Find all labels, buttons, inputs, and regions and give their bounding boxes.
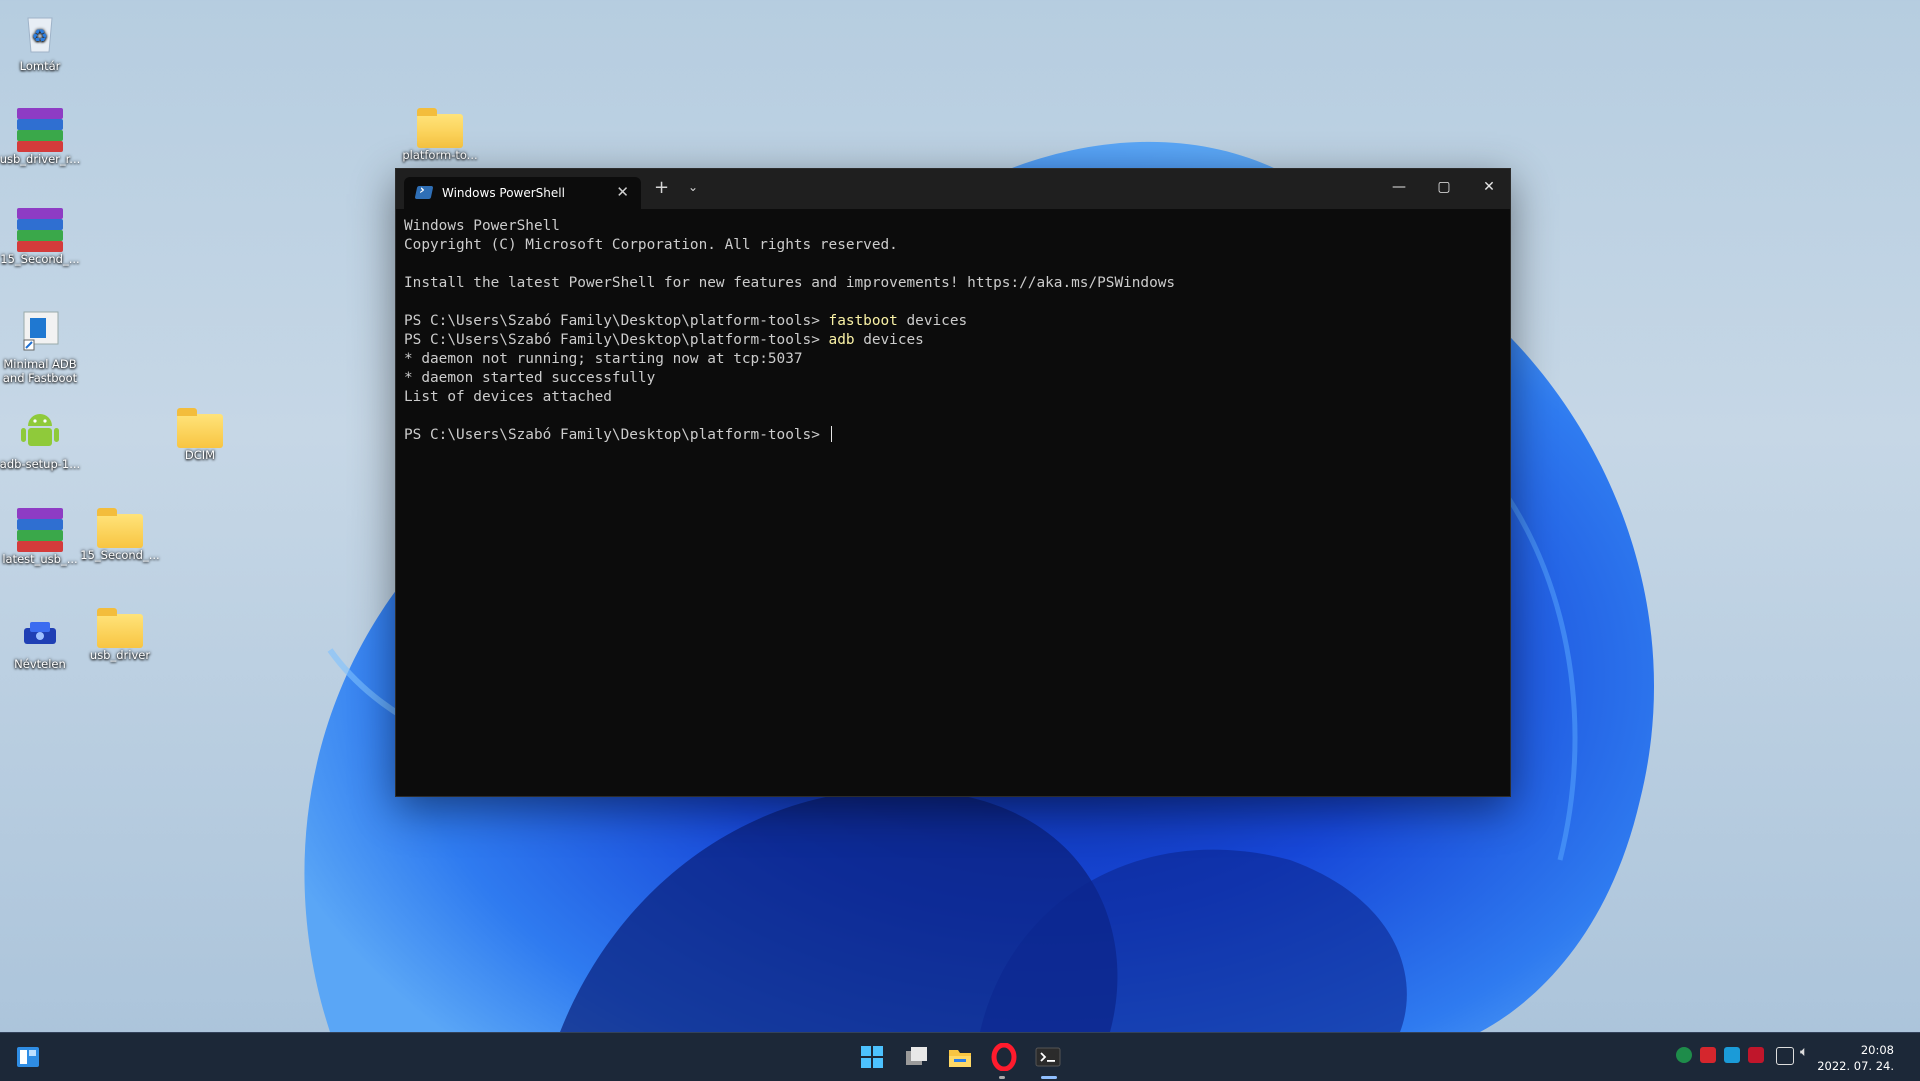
folder-icon bbox=[97, 508, 143, 548]
desktop-icon-platform-tools-folder[interactable]: platform-to... bbox=[399, 106, 481, 162]
desktop-icon-latest-usb-archive[interactable]: latest_usb_... bbox=[0, 506, 81, 566]
red-app-icon[interactable] bbox=[1700, 1047, 1716, 1063]
desktop-icon-15-second-folder[interactable]: 15_Second_... bbox=[79, 506, 161, 562]
desktop-icon-label: Lomtár bbox=[19, 59, 61, 73]
chevron-down-icon[interactable]: ⌄ bbox=[688, 180, 698, 194]
task-view-icon[interactable] bbox=[902, 1043, 930, 1071]
display-icon[interactable] bbox=[1776, 1047, 1794, 1065]
shortcut-app-icon bbox=[16, 306, 64, 354]
desktop-icon-label: DCIM bbox=[184, 448, 216, 462]
desktop-icon-usb-driver-archive[interactable]: usb_driver_r... bbox=[0, 106, 81, 166]
desktop-icon-dcim-folder[interactable]: DCIM bbox=[159, 406, 241, 462]
terminal-icon[interactable] bbox=[1034, 1043, 1062, 1071]
new-tab-button[interactable]: + bbox=[654, 177, 669, 198]
powershell-icon bbox=[414, 186, 434, 199]
command-name: adb bbox=[828, 332, 855, 348]
recycle-bin-icon: ♻ bbox=[16, 8, 64, 56]
terminal-line: Install the latest PowerShell for new fe… bbox=[404, 275, 1176, 291]
desktop-icon-label: platform-to... bbox=[402, 148, 478, 162]
terminal-line: Copyright (C) Microsoft Corporation. All… bbox=[404, 237, 898, 253]
prompt-text: PS C:\Users\Szabó Family\Desktop\platfor… bbox=[404, 427, 829, 443]
desktop-icon-label: Minimal ADB and Fastboot bbox=[2, 357, 78, 385]
app-icon bbox=[16, 606, 64, 654]
running-app-indicator bbox=[999, 1076, 1005, 1079]
opera-icon[interactable] bbox=[990, 1042, 1018, 1072]
terminal-line: PS C:\Users\Szabó Family\Desktop\platfor… bbox=[404, 426, 1502, 445]
desktop-icon-label: 15_Second_... bbox=[0, 252, 80, 266]
desktop-icon-label: latest_usb_... bbox=[2, 552, 78, 566]
terminal-line: PS C:\Users\Szabó Family\Desktop\platfor… bbox=[404, 331, 1502, 350]
winrar-archive-icon bbox=[17, 208, 63, 252]
terminal-line: * daemon not running; starting now at tc… bbox=[404, 351, 803, 367]
minimize-button[interactable]: — bbox=[1384, 179, 1414, 195]
maximize-button[interactable]: ▢ bbox=[1429, 179, 1459, 195]
clock-date: 2022. 07. 24. bbox=[1817, 1059, 1894, 1073]
folder-icon bbox=[177, 408, 223, 448]
mcafee-icon[interactable] bbox=[1748, 1047, 1764, 1063]
text-cursor bbox=[830, 426, 832, 442]
desktop-icon-label: adb-setup-1... bbox=[0, 457, 81, 471]
terminal-line: Windows PowerShell bbox=[404, 218, 560, 234]
terminal-line: * daemon started successfully bbox=[404, 370, 656, 386]
desktop-icon-15-second-archive[interactable]: 15_Second_... bbox=[0, 206, 81, 266]
active-app-indicator bbox=[1041, 1076, 1057, 1079]
widgets-icon[interactable] bbox=[14, 1043, 42, 1071]
command-args: devices bbox=[854, 332, 924, 348]
security-shield-icon[interactable] bbox=[1724, 1047, 1740, 1063]
command-args: devices bbox=[897, 313, 968, 329]
desktop-icon-usb-driver-folder[interactable]: usb_driver bbox=[79, 606, 161, 662]
prompt-text: PS C:\Users\Szabó Family\Desktop\platfor… bbox=[404, 313, 829, 329]
volume-icon[interactable]: 🔈︎ bbox=[1800, 1044, 1816, 1060]
start-icon[interactable] bbox=[858, 1043, 886, 1071]
terminal-line: List of devices attached bbox=[404, 389, 612, 405]
desktop-icon-label: 15_Second_... bbox=[80, 548, 160, 562]
close-tab-icon[interactable]: ✕ bbox=[616, 183, 629, 201]
clock-time: 20:08 bbox=[1860, 1043, 1894, 1057]
terminal-output[interactable]: Windows PowerShell Copyright (C) Microsof… bbox=[404, 217, 1502, 788]
winrar-archive-icon bbox=[17, 508, 63, 552]
folder-icon bbox=[417, 108, 463, 148]
command-name: fastboot bbox=[828, 313, 898, 329]
prompt-text: PS C:\Users\Szabó Family\Desktop\platfor… bbox=[404, 332, 829, 348]
close-window-button[interactable]: ✕ bbox=[1474, 179, 1504, 195]
taskbar: 🔈︎ 20:08 2022. 07. 24. bbox=[0, 1032, 1920, 1081]
file-explorer-icon[interactable] bbox=[946, 1043, 974, 1071]
desktop-icon-adb-setup[interactable]: adb-setup-1... bbox=[0, 406, 81, 471]
desktop-icon-label: Névtelen bbox=[14, 657, 66, 671]
desktop-icon-label: usb_driver_r... bbox=[0, 152, 81, 166]
taskbar-clock[interactable]: 20:08 2022. 07. 24. bbox=[1817, 1042, 1894, 1074]
terminal-window[interactable]: Windows PowerShell ✕ + ⌄ — ▢ ✕ Windows P… bbox=[395, 168, 1511, 797]
terminal-line: PS C:\Users\Szabó Family\Desktop\platfor… bbox=[404, 312, 1502, 331]
winrar-archive-icon bbox=[17, 108, 63, 152]
terminal-titlebar[interactable]: Windows PowerShell ✕ + ⌄ — ▢ ✕ bbox=[396, 169, 1510, 209]
android-icon bbox=[16, 406, 64, 454]
desktop-icon-recycle-bin[interactable]: ♻ Lomtár bbox=[0, 8, 81, 73]
tab-title: Windows PowerShell bbox=[442, 186, 565, 200]
network-globe-icon[interactable] bbox=[1676, 1047, 1692, 1063]
svg-text:♻: ♻ bbox=[32, 26, 48, 47]
tab-windows-powershell[interactable]: Windows PowerShell ✕ bbox=[404, 177, 641, 209]
folder-icon bbox=[97, 608, 143, 648]
desktop-icon-minimal-adb[interactable]: Minimal ADB and Fastboot bbox=[0, 306, 81, 385]
desktop-icon-nevtelen[interactable]: Névtelen bbox=[0, 606, 81, 671]
desktop-icon-label: usb_driver bbox=[89, 648, 151, 662]
